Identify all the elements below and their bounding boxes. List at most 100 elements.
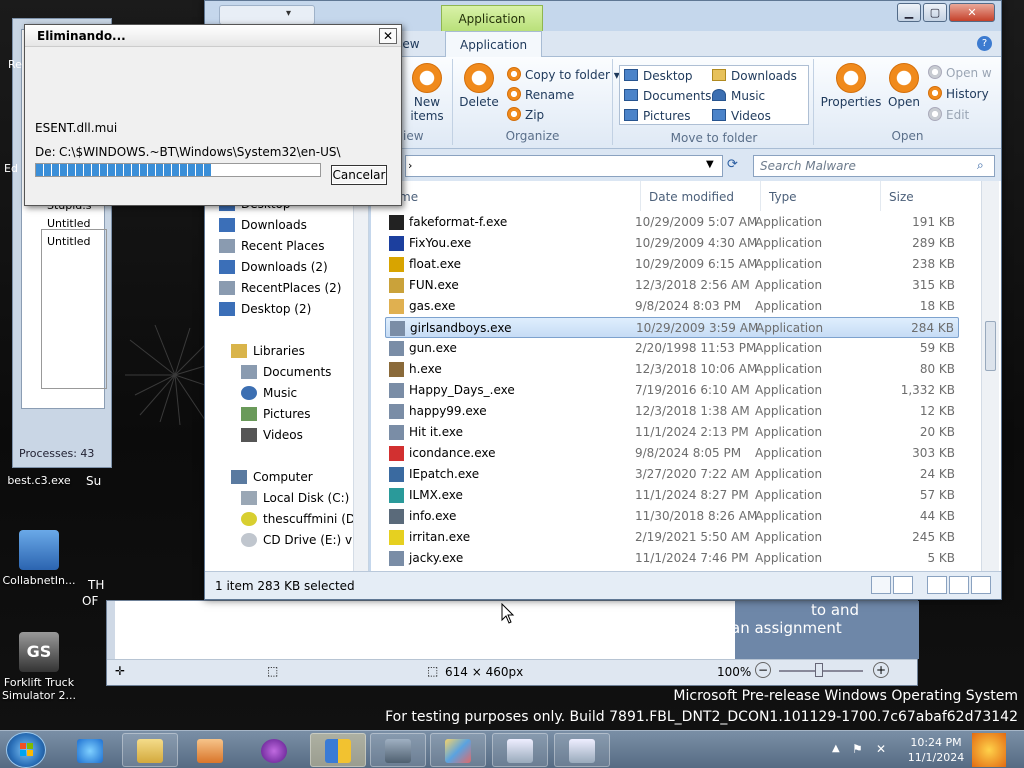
taskbar-ie[interactable] [62, 733, 118, 767]
file-row[interactable]: gun.exe 2/20/1998 11:53 PM Application 59 K… [385, 338, 959, 359]
gallery-desktop[interactable]: Desktop [624, 69, 693, 83]
pane-button[interactable] [927, 576, 947, 594]
address-bar[interactable]: › ▼ [405, 155, 723, 177]
nav-downloads[interactable]: Downloads [219, 218, 307, 232]
gallery-downloads[interactable]: Downloads [712, 69, 797, 83]
rename-button[interactable]: Rename [507, 87, 574, 102]
file-row[interactable]: girlsandboys.exe 10/29/2009 3:59 AM Applic… [385, 317, 959, 338]
taskbar-paint[interactable] [430, 733, 486, 767]
nav-downloads-2[interactable]: Downloads (2) [219, 260, 328, 274]
column-date-modified[interactable]: Date modified [649, 181, 761, 211]
file-row[interactable]: gas.exe 9/8/2024 8:03 PM Application 18 KB [385, 296, 959, 317]
taskbar-app-purple[interactable] [246, 733, 302, 767]
new-items-button[interactable]: New items [401, 63, 453, 123]
taskbar-window-2[interactable] [554, 733, 610, 767]
copy-to-folder-button[interactable]: Copy to folder ▾ [507, 67, 620, 82]
start-button[interactable] [6, 732, 46, 768]
file-row[interactable]: jacky.exe 11/1/2024 7:46 PM Application 5 K… [385, 548, 959, 569]
taskbar-uac[interactable] [310, 733, 366, 767]
nav-recentplaces-2[interactable]: RecentPlaces (2) [219, 281, 341, 295]
scrollbar-thumb[interactable] [985, 321, 996, 371]
edit-button[interactable]: Edit [928, 107, 969, 122]
taskbar-explorer[interactable] [122, 733, 178, 767]
help-icon[interactable]: ? [977, 36, 992, 51]
clock[interactable]: 10:24 PM 11/1/2024 [906, 735, 966, 765]
nav-videos[interactable]: Videos [241, 428, 303, 442]
minimize-button[interactable]: ▁ [897, 3, 921, 22]
gallery-documents[interactable]: Documents [624, 89, 711, 103]
zoom-slider-thumb[interactable] [815, 663, 823, 677]
taskbar-media[interactable] [182, 733, 238, 767]
delete-button[interactable]: Delete [453, 63, 505, 109]
address-dropdown-icon[interactable]: ▼ [706, 159, 714, 170]
desktop-icon-collabnet[interactable]: CollabnetIn... [0, 530, 78, 587]
file-list-scrollbar[interactable] [981, 181, 999, 571]
zoom-out-button[interactable]: − [755, 662, 771, 678]
search-icon[interactable]: ⌕ [977, 158, 984, 173]
open-with-button[interactable]: Open w [928, 65, 992, 80]
search-input[interactable]: Search Malware [753, 155, 995, 177]
column-type[interactable]: Type [769, 181, 881, 211]
file-row[interactable]: FUN.exe 12/3/2018 2:56 AM Application 315 K… [385, 275, 959, 296]
gallery-pictures[interactable]: Pictures [624, 109, 691, 123]
task-item[interactable]: Untitled [47, 217, 91, 230]
nav-documents[interactable]: Documents [241, 365, 331, 379]
desktop-icon-best[interactable]: best.c3.exe [0, 474, 78, 487]
nav-desktop-2[interactable]: Desktop (2) [219, 302, 311, 316]
column-size[interactable]: Size [889, 181, 977, 211]
file-row[interactable]: info.exe 11/30/2018 8:26 AM Application 44 … [385, 506, 959, 527]
move-to-folder-gallery[interactable]: Desktop Downloads Documents Music Pictur… [619, 65, 809, 125]
volume-muted-icon[interactable]: ✕ [876, 742, 886, 756]
details-view-button[interactable] [871, 576, 891, 594]
file-row[interactable]: happy99.exe 12/3/2018 1:38 AM Application 1… [385, 401, 959, 422]
history-button[interactable]: History [928, 86, 989, 101]
nav-scrollbar[interactable] [353, 181, 368, 571]
file-row[interactable]: icondance.exe 9/8/2024 8:05 PM Application… [385, 443, 959, 464]
application-tools-tab[interactable]: Application Tools [441, 5, 543, 52]
taskbar-task-manager[interactable] [370, 733, 426, 767]
file-row[interactable]: Hit it.exe 11/1/2024 2:13 PM Application 20… [385, 422, 959, 443]
zip-button[interactable]: Zip [507, 107, 544, 122]
properties-button[interactable]: Properties [820, 63, 882, 109]
nav-libraries[interactable]: Libraries [231, 344, 305, 358]
show-hidden-icons[interactable]: ▲ [832, 743, 840, 754]
paint-canvas[interactable] [115, 601, 735, 659]
tab-application[interactable]: Application [445, 31, 543, 58]
column-name[interactable]: me [399, 181, 641, 211]
zoom-in-button[interactable]: + [873, 662, 889, 678]
cancel-button[interactable]: Cancelar [331, 165, 387, 185]
preview-pane-button[interactable] [949, 576, 969, 594]
user-avatar-icon[interactable] [972, 733, 1006, 767]
chevron-down-icon[interactable]: ▾ [286, 8, 291, 19]
breadcrumb-arrow-icon[interactable]: › [408, 159, 412, 172]
file-row[interactable]: h.exe 12/3/2018 10:06 AM Application 80 KB [385, 359, 959, 380]
dialog-close-button[interactable]: ✕ [379, 28, 397, 44]
close-button[interactable]: ✕ [949, 3, 995, 22]
nav-pictures[interactable]: Pictures [241, 407, 311, 421]
action-center-icon[interactable]: ⚑ [852, 742, 863, 756]
nav-music[interactable]: Music [241, 386, 297, 400]
file-row[interactable]: irritan.exe 2/19/2021 5:50 AM Application 2… [385, 527, 959, 548]
deleting-dialog[interactable]: Eliminando... ✕ ESENT.dll.mui De: C:\$WI… [24, 24, 402, 206]
refresh-icon[interactable]: ⟳ [727, 157, 738, 172]
nav-thescuffmini[interactable]: thescuffmini (D:) [241, 512, 364, 526]
file-row[interactable]: IEpatch.exe 3/27/2020 7:22 AM Application 2… [385, 464, 959, 485]
file-row[interactable]: ILMX.exe 11/1/2024 8:27 PM Application 57 K… [385, 485, 959, 506]
gallery-music[interactable]: Music [712, 89, 765, 103]
tab-view[interactable]: iew [399, 37, 420, 51]
tiles-view-button[interactable] [893, 576, 913, 594]
desktop-icon-forklift[interactable]: GS Forklift Truck Simulator 2... [0, 632, 78, 702]
taskbar-window-1[interactable] [492, 733, 548, 767]
maximize-button[interactable]: ▢ [923, 3, 947, 22]
file-row[interactable]: fakeformat-f.exe 10/29/2009 5:07 AM Applic… [385, 212, 959, 233]
quick-access-toolbar[interactable]: ▾ [219, 5, 315, 25]
open-button[interactable]: Open [884, 63, 924, 109]
file-row[interactable]: float.exe 10/29/2009 6:15 AM Application 23… [385, 254, 959, 275]
nav-computer[interactable]: Computer [231, 470, 313, 484]
nav-local-disk[interactable]: Local Disk (C:) [241, 491, 349, 505]
file-row[interactable]: Happy_Days_.exe 7/19/2016 6:10 AM Applicat… [385, 380, 959, 401]
file-row[interactable]: FixYou.exe 10/29/2009 4:30 AM Application 2… [385, 233, 959, 254]
nav-recent-places[interactable]: Recent Places [219, 239, 324, 253]
details-pane-button[interactable] [971, 576, 991, 594]
gallery-videos[interactable]: Videos [712, 109, 771, 123]
